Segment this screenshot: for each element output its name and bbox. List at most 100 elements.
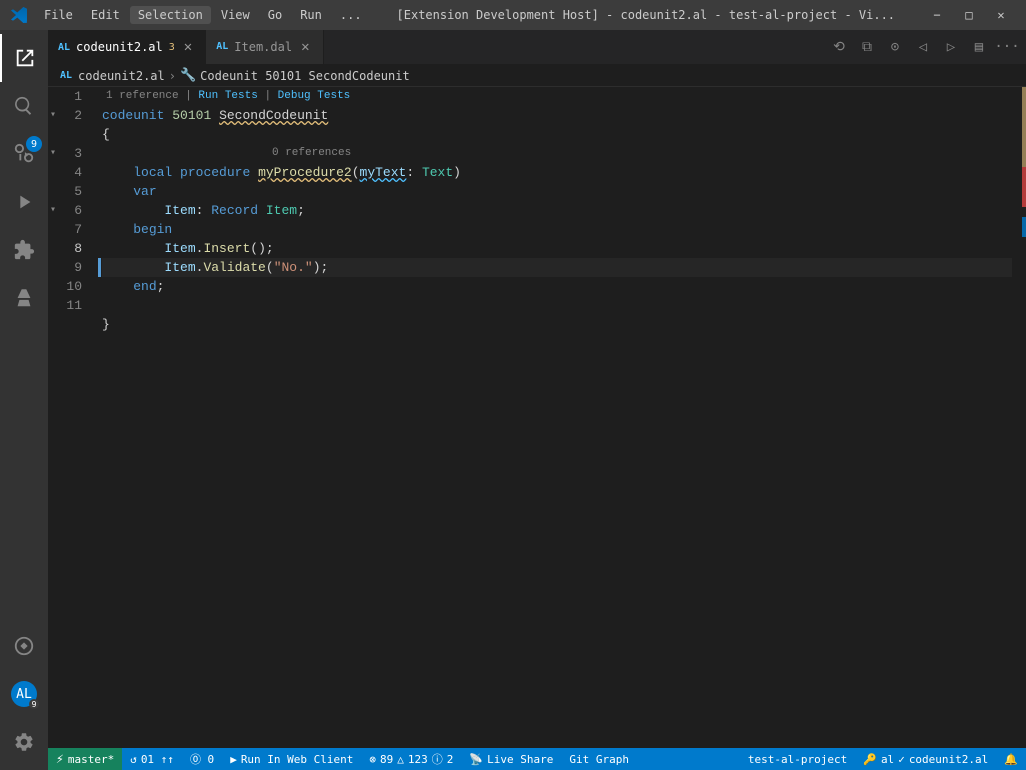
status-run-web[interactable]: ▶ Run In Web Client	[222, 748, 361, 770]
tab-itemdal[interactable]: AL Item.dal ✕	[206, 30, 323, 64]
status-sync1[interactable]: ↺ 01 ↑↑	[122, 748, 182, 770]
tab-codeunit2[interactable]: AL codeunit2.al 3 ✕	[48, 30, 206, 64]
line-num-8: 8	[48, 239, 90, 258]
ruler-error	[1022, 167, 1026, 207]
menu-go[interactable]: Go	[260, 6, 290, 24]
activity-testing[interactable]	[0, 274, 48, 322]
menu-view[interactable]: View	[213, 6, 258, 24]
overview-ruler	[1012, 87, 1026, 748]
window-controls: − □ ✕	[922, 4, 1016, 26]
filename-label: codeunit2.al	[909, 753, 988, 766]
minimize-button[interactable]: −	[922, 4, 952, 26]
code-line-10[interactable]	[102, 296, 1012, 315]
activity-explorer[interactable]	[0, 34, 48, 82]
menu-edit[interactable]: Edit	[83, 6, 128, 24]
activity-search[interactable]	[0, 82, 48, 130]
activity-remote[interactable]	[0, 622, 48, 670]
fold-arrow-3[interactable]: ▾	[50, 144, 56, 163]
type-text: Text	[422, 163, 453, 182]
code-line-3[interactable]: local procedure myProcedure2 ( myText : …	[102, 163, 1012, 182]
code-line-7[interactable]: Item . Insert ();	[102, 239, 1012, 258]
code-line-9[interactable]: end ;	[102, 277, 1012, 296]
error-icon: ⊗	[369, 753, 376, 766]
activity-settings[interactable]	[0, 718, 48, 766]
status-project[interactable]: test-al-project	[740, 748, 855, 770]
menu-selection[interactable]: Selection	[130, 6, 211, 24]
code-line-6[interactable]: begin	[102, 220, 1012, 239]
fold-arrow-2[interactable]: ▾	[50, 106, 56, 125]
tab-toggle-btn[interactable]: ⊙	[882, 34, 908, 60]
name-secondcodeunit: SecondCodeunit	[219, 106, 328, 125]
ref-sep: |	[258, 87, 278, 106]
code-line-11[interactable]: }	[102, 315, 1012, 334]
maximize-button[interactable]: □	[954, 4, 984, 26]
item-ref-8: Item	[164, 258, 195, 277]
menu-file[interactable]: File	[36, 6, 81, 24]
menu-more[interactable]: ...	[332, 6, 370, 24]
vscode-logo	[10, 6, 28, 24]
gitgraph-label: Git Graph	[569, 753, 629, 766]
ruler-warning	[1022, 87, 1026, 167]
kw-procedure: procedure	[180, 163, 250, 182]
status-remote[interactable]: ⚡ master*	[48, 748, 122, 770]
code-line-ref: 1 reference | Run Tests | Debug Tests	[102, 87, 1012, 106]
tab-history-btn[interactable]: ⟲	[826, 34, 852, 60]
activity-extensions[interactable]	[0, 226, 48, 274]
tab-nav-back-btn[interactable]: ◁	[910, 34, 936, 60]
code-line-2[interactable]: {	[102, 125, 1012, 144]
menu-run[interactable]: Run	[292, 6, 330, 24]
tab-layout-btn[interactable]: ▤	[966, 34, 992, 60]
bc-separator-1: ›	[169, 69, 176, 83]
info-count: 2	[447, 753, 454, 766]
status-errors[interactable]: ⊗ 89 △ 123 ⓘ 2	[361, 748, 461, 770]
code-line-8[interactable]: Item . Validate ( "No." );	[102, 258, 1012, 277]
kw-local: local	[133, 163, 172, 182]
status-liveshare[interactable]: 📡 Live Share	[461, 748, 561, 770]
line-num-2: ▾2	[48, 106, 90, 125]
tab-close-2[interactable]: ✕	[298, 38, 312, 56]
tab-split-btn[interactable]: ⧉	[854, 34, 880, 60]
brace-close: }	[102, 315, 110, 334]
tab-lang-1: AL	[58, 42, 70, 53]
breadcrumb: AL codeunit2.al › 🔧 Codeunit 50101 Secon…	[48, 65, 1026, 87]
brace-open: {	[102, 125, 110, 144]
status-sync2[interactable]: ⓪ 0	[182, 748, 222, 770]
run-tests[interactable]: Run Tests	[198, 87, 257, 106]
code-line-5[interactable]: Item : Record Item ;	[102, 201, 1012, 220]
run-web-label: Run In Web Client	[241, 753, 354, 766]
main-layout: 9 AL 9	[0, 30, 1026, 770]
ref-hint[interactable]: 1 reference |	[106, 87, 198, 106]
status-bell[interactable]: 🔔	[996, 748, 1026, 770]
bc-symbol-icon: 🔧	[180, 68, 196, 83]
param-mytext: myText	[360, 163, 407, 182]
line-num-10: 10	[48, 277, 90, 296]
tab-name-1: codeunit2.al	[76, 40, 163, 54]
bc-file[interactable]: codeunit2.al	[78, 69, 165, 83]
title-bar: File Edit Selection View Go Run ... [Ext…	[0, 0, 1026, 30]
status-gitgraph[interactable]: Git Graph	[561, 748, 637, 770]
code-line-1[interactable]: codeunit 50101 SecondCodeunit	[102, 106, 1012, 125]
status-account[interactable]: 🔑 al ✓ codeunit2.al	[855, 748, 996, 770]
info-icon: ⓘ	[432, 751, 443, 767]
tab-nav-fwd-btn[interactable]: ▷	[938, 34, 964, 60]
activity-run[interactable]	[0, 178, 48, 226]
tab-name-2: Item.dal	[234, 40, 292, 54]
activity-bottom: AL 9	[0, 622, 48, 770]
tab-close-1[interactable]: ✕	[181, 38, 195, 56]
status-bar: ⚡ master* ↺ 01 ↑↑ ⓪ 0 ▶ Run In Web Clien…	[48, 748, 1026, 770]
debug-tests[interactable]: Debug Tests	[278, 87, 351, 106]
item-ref-7: Item	[164, 239, 195, 258]
activity-scm[interactable]: 9	[0, 130, 48, 178]
tab-more-btn[interactable]: ···	[994, 34, 1020, 60]
code-content[interactable]: 1 reference | Run Tests | Debug Tests co…	[98, 87, 1012, 748]
kw-var: var	[133, 182, 156, 201]
checkmark-icon: ✓	[898, 753, 905, 766]
close-button[interactable]: ✕	[986, 4, 1016, 26]
activity-account[interactable]: AL 9	[0, 670, 48, 718]
fold-arrow-6[interactable]: ▾	[50, 201, 56, 220]
line-num-11: 11	[48, 296, 90, 315]
account-icon: 🔑	[863, 753, 877, 766]
zero-ref[interactable]: 0 references	[272, 144, 351, 163]
line-num-1: 1	[48, 87, 90, 106]
code-line-4[interactable]: var	[102, 182, 1012, 201]
